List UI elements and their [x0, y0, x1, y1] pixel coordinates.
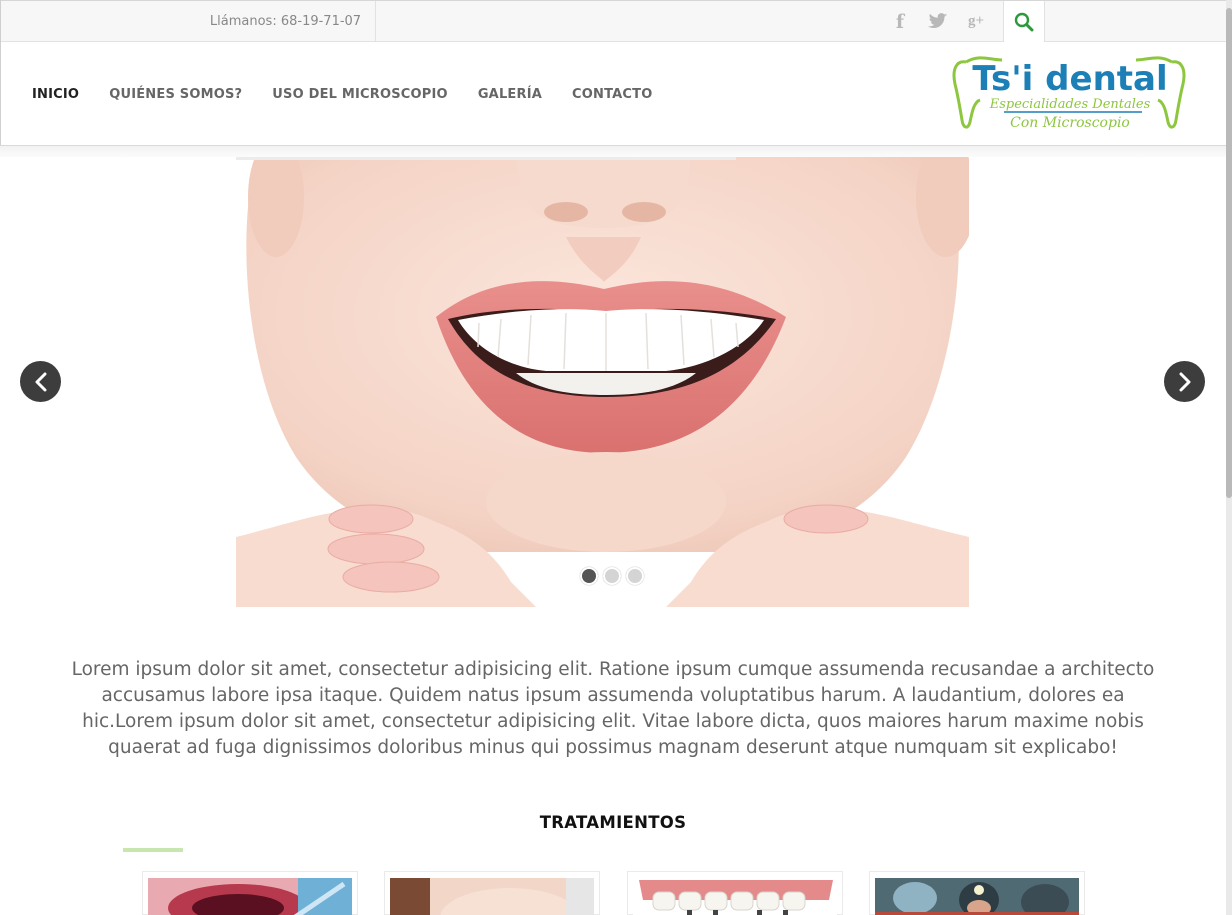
mouth-exam-image [148, 878, 352, 915]
slide-image-smile [236, 157, 969, 607]
section-accent-line [123, 848, 183, 852]
site-header: INICIO QUIÉNES SOMOS? USO DEL MICROSCOPI… [0, 42, 1226, 146]
slider-dot-1[interactable] [580, 567, 598, 585]
search-icon [1014, 12, 1034, 31]
treatment-card-3[interactable] [627, 871, 843, 915]
nav-item-inicio[interactable]: INICIO [32, 87, 79, 102]
nav-item-galeria[interactable]: GALERÍA [478, 87, 542, 102]
page-scrollbar[interactable] [1226, 0, 1232, 915]
treatment-card-1[interactable] [142, 871, 358, 915]
search-button[interactable] [1003, 1, 1045, 42]
logo-line-1: Especialidades Dentales [989, 97, 1151, 112]
nav-item-uso-microscopio[interactable]: USO DEL MICROSCOPIO [272, 87, 448, 102]
main-nav: INICIO QUIÉNES SOMOS? USO DEL MICROSCOPI… [32, 42, 682, 146]
site-logo[interactable]: Ts'i dental Especialidades Dentales Con … [950, 50, 1190, 136]
slider-dot-3[interactable] [626, 567, 644, 585]
slider-dot-2[interactable] [603, 567, 621, 585]
treatment-card-2[interactable] [384, 871, 600, 915]
treatments-title: TRATAMIENTOS [539, 813, 687, 832]
top-bar: Llámanos: 68-19-71-07 f g+ [0, 0, 1226, 42]
page-edge [0, 0, 1, 145]
treatment-image-1 [148, 878, 352, 915]
twitter-bird-icon [928, 13, 948, 28]
treatment-image-4 [875, 878, 1079, 915]
twitter-icon[interactable] [919, 1, 957, 42]
intro-paragraph: Lorem ipsum dolor sit amet, consectetur … [71, 659, 1155, 758]
slider-next-button[interactable] [1164, 361, 1205, 402]
chevron-left-icon [35, 372, 46, 391]
slider-prev-button[interactable] [20, 361, 61, 402]
tooth-logo-icon: Ts'i dental Especialidades Dentales Con … [952, 56, 1186, 131]
treatment-card-4[interactable] [869, 871, 1085, 915]
face-image [390, 878, 594, 915]
surgery-team-image [875, 878, 1079, 915]
treatment-image-3 [633, 878, 837, 915]
nav-item-contacto[interactable]: CONTACTO [572, 87, 652, 102]
dental-implant-image [633, 878, 837, 915]
phone-number: Llámanos: 68-19-71-07 [196, 1, 376, 42]
nav-item-quienes-somos[interactable]: QUIÉNES SOMOS? [109, 87, 242, 102]
treatment-image-2 [390, 878, 594, 915]
slider-pagination [580, 567, 649, 585]
logo-line-2: Con Microscopio [1010, 115, 1130, 131]
chevron-right-icon [1179, 372, 1190, 391]
smiling-woman-image [236, 157, 969, 607]
logo-title: Ts'i dental [972, 59, 1167, 99]
facebook-icon[interactable]: f [881, 1, 919, 42]
hero-slider [0, 157, 1226, 607]
scrollbar-thumb[interactable] [1226, 8, 1232, 498]
google-plus-icon[interactable]: g+ [957, 1, 995, 42]
